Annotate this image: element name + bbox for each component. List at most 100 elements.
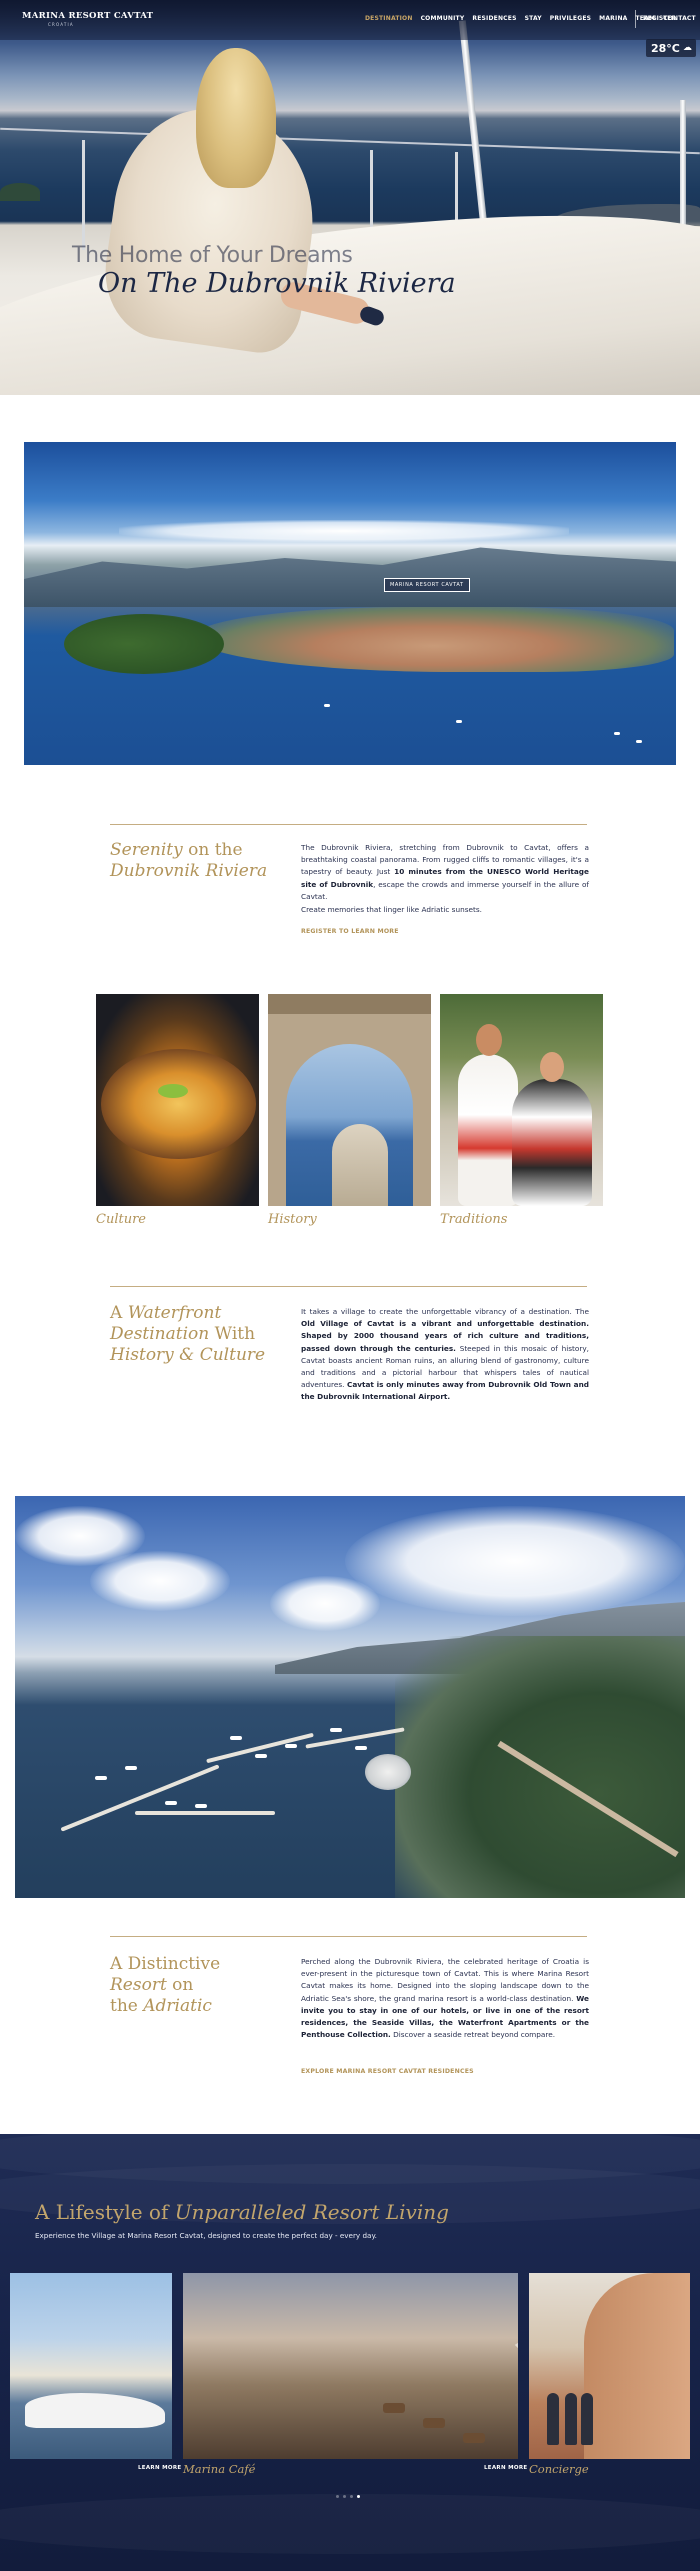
person (565, 2393, 577, 2445)
nav-stay[interactable]: STAY (525, 15, 542, 22)
carousel-dot[interactable] (343, 2495, 346, 2498)
lifestyle-title: A Lifestyle of Unparalleled Resort Livin… (35, 2200, 449, 2224)
nav-marina[interactable]: MARINA (599, 15, 627, 22)
culture-image[interactable] (96, 994, 259, 1206)
distinctive-heading-e: Adriatic (143, 1996, 212, 2016)
yacht (355, 1746, 367, 1750)
aerial-cavtat-image: MARINA RESORT CAVTAT (24, 442, 676, 765)
carousel-card-concierge[interactable] (529, 2273, 690, 2459)
explore-residences-link[interactable]: EXPLORE MARINA RESORT CAVTAT RESIDENCES (301, 2068, 474, 2075)
register-learn-more-link[interactable]: REGISTER TO LEARN MORE (301, 928, 399, 935)
stone-lintel (268, 994, 431, 1014)
yacht-bow (25, 2393, 165, 2428)
waterfront-heading-a: A (110, 1303, 128, 1323)
hero-title-line2: On The Dubrovnik Riviera (98, 268, 456, 299)
waterfront-paragraph: It takes a village to create the unforge… (301, 1306, 589, 1404)
nav-community[interactable]: COMMUNITY (421, 15, 465, 22)
serenity-heading: Serenity on the Dubrovnik Riviera (110, 840, 267, 882)
culture-caption[interactable]: Culture (96, 1212, 146, 1227)
distinctive-heading-b: Resort (110, 1975, 167, 1995)
distinctive-text: Perched along the Dubrovnik Riviera, the… (301, 1957, 589, 2003)
serenity-paragraph: The Dubrovnik Riviera, stretching from D… (301, 842, 589, 903)
nav-divider (635, 10, 636, 28)
yacht (255, 1754, 267, 1758)
lifestyle-title-a: A Lifestyle of (35, 2200, 175, 2224)
waterfront-text: It takes a village to create the unforge… (301, 1307, 589, 1316)
boat (614, 732, 620, 735)
traditions-caption[interactable]: Traditions (440, 1212, 507, 1227)
serenity-paragraph-2: Create memories that linger like Adriati… (301, 905, 482, 914)
carousel-dot[interactable] (357, 2495, 360, 2498)
dancer-woman (512, 1079, 592, 1206)
history-image[interactable] (268, 994, 431, 1206)
hero-title-line1: The Home of Your Dreams (72, 243, 353, 268)
carousel-card-marina-cafe[interactable] (183, 2273, 518, 2459)
dancer-man (458, 1054, 518, 1206)
boat-rail (0, 127, 700, 155)
nav-residences[interactable]: RESIDENCES (472, 15, 516, 22)
serenity-heading-c: Dubrovnik Riviera (110, 861, 268, 881)
lifestyle-section: A Lifestyle of Unparalleled Resort Livin… (0, 2134, 700, 2571)
distinctive-heading-d: the (110, 1996, 144, 2016)
waterfront-heading-c: Destination (110, 1324, 210, 1344)
food-plate (101, 1049, 256, 1159)
serenity-heading-b: on the (182, 840, 243, 860)
yacht (230, 1736, 242, 1740)
cloud (345, 1506, 685, 1616)
mountains (24, 547, 676, 607)
concierge-label[interactable]: Concierge (529, 2462, 589, 2476)
herb-garnish (158, 1084, 188, 1098)
peninsula (64, 614, 224, 674)
distinctive-heading: A Distinctive Resort on the Adriatic (110, 1954, 220, 2017)
waterfront-heading: A Waterfront Destination With History & … (110, 1303, 265, 1366)
cloud (90, 1551, 230, 1611)
dancer-face (540, 1052, 564, 1082)
woman-hair (196, 48, 276, 188)
section-divider (110, 824, 587, 825)
carousel-dot[interactable] (350, 2495, 353, 2498)
distinctive-paragraph: Perched along the Dubrovnik Riviera, the… (301, 1956, 589, 2041)
cafe-canopy (213, 2273, 518, 2383)
carousel-dots (336, 2495, 360, 2498)
fortress-tower (332, 1124, 388, 1206)
nav-privileges[interactable]: PRIVILEGES (550, 15, 591, 22)
traditions-image[interactable] (440, 994, 603, 1206)
waterfront-heading-e: History & Culture (110, 1345, 266, 1365)
boat (456, 720, 462, 723)
hero-banner: The Home of Your Dreams On The Dubrovnik… (0, 0, 700, 395)
town-cavtat (194, 607, 674, 672)
site-logo[interactable]: MARINA RESORT CAVTAT (22, 11, 153, 21)
history-caption[interactable]: History (268, 1212, 317, 1227)
cloud-icon: ☁ (682, 43, 692, 53)
learn-more-link[interactable]: LEARN MORE (138, 2465, 181, 2471)
yacht (95, 1776, 107, 1780)
background-wave (0, 2494, 700, 2554)
yacht (125, 1766, 137, 1770)
yacht (285, 1744, 297, 1748)
nav-destination[interactable]: DESTINATION (365, 15, 413, 22)
boat (324, 704, 330, 707)
person (547, 2393, 559, 2445)
pier (206, 1732, 314, 1764)
carousel-card-marina[interactable] (10, 2273, 172, 2459)
boat (636, 740, 642, 743)
cafe-table (423, 2418, 445, 2428)
lifestyle-title-b: Unparalleled Resort Living (174, 2200, 449, 2224)
pier (60, 1764, 220, 1832)
learn-more-link[interactable]: LEARN MORE (484, 2465, 527, 2471)
cloud-band (119, 520, 569, 542)
serenity-heading-a: Serenity (110, 840, 183, 860)
marina-cafe-label[interactable]: Marina Café (183, 2462, 255, 2476)
dancer-face (476, 1024, 502, 1056)
register-button[interactable]: REGISTER (643, 15, 676, 22)
waterfront-heading-d: With (209, 1324, 256, 1344)
yacht (165, 1801, 177, 1805)
lifestyle-subtitle: Experience the Village at Marina Resort … (35, 2231, 377, 2240)
yacht (330, 1728, 342, 1732)
lobby-wall (584, 2273, 690, 2459)
weather-temperature: 28°C (651, 41, 680, 55)
waterfront-heading-b: Waterfront (127, 1303, 222, 1323)
carousel-dot[interactable] (336, 2495, 339, 2498)
site-logo-sub: CROATIA (48, 22, 74, 27)
yacht (195, 1804, 207, 1808)
